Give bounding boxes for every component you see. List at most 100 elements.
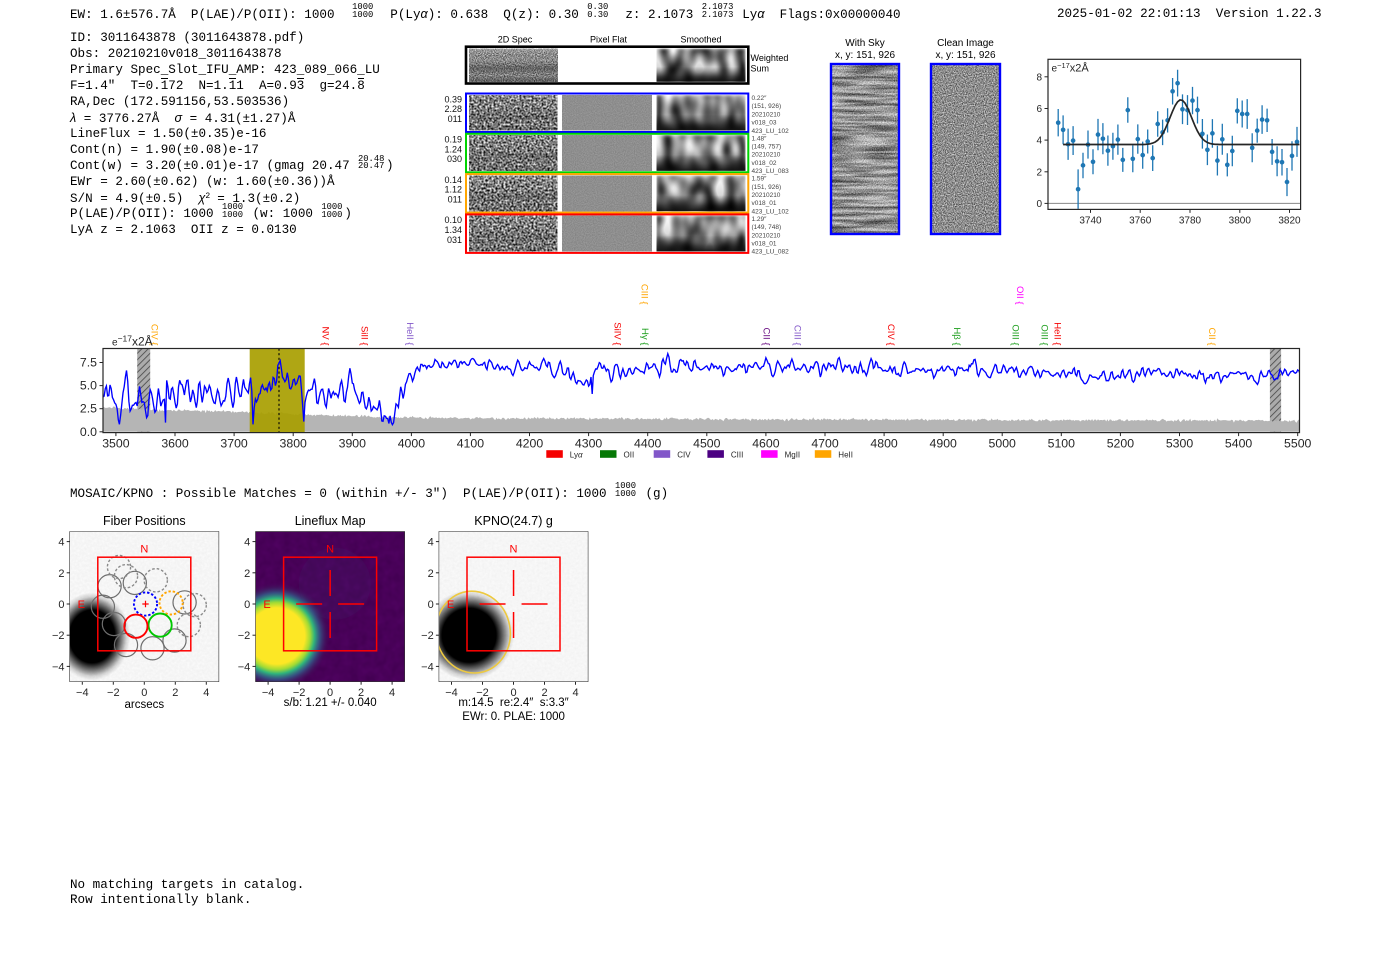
svg-text:4: 4 — [1036, 136, 1042, 147]
svg-text:2.28: 2.28 — [444, 104, 462, 114]
svg-text:1.12: 1.12 — [444, 185, 462, 195]
svg-text:2: 2 — [172, 687, 178, 699]
svg-text:5400: 5400 — [1225, 437, 1253, 451]
svg-text:m:14.5 re:2.4″ s:3.3″: m:14.5 re:2.4″ s:3.3″ — [458, 697, 568, 709]
svg-text:4: 4 — [428, 537, 434, 549]
svg-text:4500: 4500 — [693, 437, 721, 451]
svg-text:0: 0 — [58, 599, 64, 611]
svg-text:v018_03: v018_03 — [752, 120, 777, 127]
svg-text:011: 011 — [448, 195, 462, 205]
svg-text:4200: 4200 — [516, 437, 544, 451]
svg-text:s/b: 1.21 +/- 0.040: s/b: 1.21 +/- 0.040 — [284, 697, 377, 709]
svg-text:5100: 5100 — [1048, 437, 1076, 451]
svg-text:CIII {: CIII { — [639, 284, 650, 305]
svg-text:0.0: 0.0 — [80, 425, 97, 439]
svg-text:3500: 3500 — [102, 437, 130, 451]
svg-text:3600: 3600 — [161, 437, 189, 451]
svg-text:3700: 3700 — [220, 437, 248, 451]
svg-text:N: N — [510, 544, 518, 556]
svg-text:4400: 4400 — [634, 437, 662, 451]
svg-text:(149, 757): (149, 757) — [752, 144, 782, 151]
svg-text:−2: −2 — [421, 630, 434, 642]
svg-text:3760: 3760 — [1129, 215, 1152, 226]
svg-text:1.48″: 1.48″ — [752, 135, 768, 142]
svg-text:CIV {: CIV { — [885, 324, 896, 346]
svg-text:N: N — [326, 544, 334, 556]
svg-text:SiII {: SiII { — [359, 326, 370, 346]
svg-text:8: 8 — [1036, 72, 1042, 83]
svg-text:SiIV {: SiIV { — [611, 322, 622, 345]
svg-text:v018_01: v018_01 — [752, 200, 777, 207]
svg-text:1.29″: 1.29″ — [752, 216, 768, 223]
svg-text:Weighted: Weighted — [751, 53, 789, 63]
svg-text:4600: 4600 — [752, 437, 780, 451]
svg-text:CIV: CIV — [677, 451, 691, 460]
svg-text:HeII {: HeII { — [404, 322, 415, 345]
svg-text:−2: −2 — [52, 630, 65, 642]
svg-text:v018_02: v018_02 — [752, 160, 777, 167]
svg-text:4100: 4100 — [457, 437, 485, 451]
svg-text:4: 4 — [244, 537, 250, 549]
svg-text:Clean Image: Clean Image — [937, 38, 994, 49]
svg-text:5200: 5200 — [1107, 437, 1135, 451]
svg-text:1.24: 1.24 — [444, 144, 462, 154]
svg-text:Pixel Flat: Pixel Flat — [590, 35, 628, 45]
svg-text:031: 031 — [447, 235, 462, 245]
svg-text:With Sky: With Sky — [845, 38, 884, 49]
svg-text:CIII: CIII — [731, 451, 743, 460]
svg-text:1.34: 1.34 — [444, 225, 462, 235]
svg-text:HeII {: HeII { — [1052, 322, 1063, 345]
svg-text:20210210: 20210210 — [752, 152, 781, 159]
svg-text:OIII {: OIII { — [1039, 324, 1050, 345]
svg-text:3780: 3780 — [1179, 215, 1202, 226]
svg-text:Hγ {: Hγ { — [639, 328, 650, 345]
svg-text:x, y: 151, 926: x, y: 151, 926 — [935, 50, 995, 61]
svg-text:3740: 3740 — [1079, 215, 1102, 226]
svg-text:arcsecs: arcsecs — [124, 699, 164, 711]
svg-text:2: 2 — [1036, 167, 1042, 178]
svg-text:0: 0 — [428, 599, 434, 611]
svg-text:20210210: 20210210 — [752, 192, 781, 199]
svg-text:0.14: 0.14 — [444, 175, 462, 185]
svg-text:4300: 4300 — [575, 437, 603, 451]
svg-text:Lyα: Lyα — [570, 451, 583, 460]
svg-text:3900: 3900 — [339, 437, 367, 451]
svg-text:−2: −2 — [107, 687, 120, 699]
svg-text:0.22″: 0.22″ — [752, 95, 768, 102]
svg-text:4: 4 — [58, 537, 64, 549]
svg-text:Smoothed: Smoothed — [680, 35, 721, 45]
svg-text:Lineflux Map: Lineflux Map — [295, 514, 366, 528]
svg-text:4000: 4000 — [398, 437, 426, 451]
svg-text:−4: −4 — [52, 661, 65, 673]
svg-text:011: 011 — [448, 114, 462, 124]
svg-text:2: 2 — [244, 568, 250, 580]
svg-text:4: 4 — [572, 687, 578, 699]
svg-text:2: 2 — [428, 568, 434, 580]
svg-text:E: E — [78, 599, 85, 611]
svg-text:(151, 926): (151, 926) — [752, 184, 782, 191]
svg-text:423_LU_082: 423_LU_082 — [752, 249, 790, 256]
svg-text:OIII {: OIII { — [1010, 324, 1021, 345]
svg-text:2D Spec: 2D Spec — [498, 35, 533, 45]
svg-text:−4: −4 — [238, 661, 251, 673]
svg-text:2: 2 — [58, 568, 64, 580]
svg-text:1.59″: 1.59″ — [752, 176, 768, 183]
svg-text:4900: 4900 — [930, 437, 958, 451]
svg-text:CII {: CII { — [760, 328, 771, 346]
svg-text:4800: 4800 — [870, 437, 898, 451]
svg-text:423_LU_083: 423_LU_083 — [752, 168, 790, 175]
svg-text:20210210: 20210210 — [752, 111, 781, 118]
svg-text:NV {: NV { — [320, 326, 331, 345]
svg-text:CIII {: CIII { — [792, 325, 803, 346]
svg-text:MgII: MgII — [785, 451, 801, 460]
svg-text:6: 6 — [1036, 104, 1042, 115]
svg-text:E: E — [447, 599, 454, 611]
svg-text:Sum: Sum — [751, 64, 770, 74]
svg-text:−4: −4 — [421, 661, 434, 673]
svg-text:4: 4 — [389, 687, 395, 699]
svg-text:0: 0 — [141, 687, 147, 699]
svg-text:−4: −4 — [445, 687, 458, 699]
svg-text:5300: 5300 — [1166, 437, 1194, 451]
svg-text:3820: 3820 — [1278, 215, 1301, 226]
svg-text:0.19: 0.19 — [444, 135, 462, 145]
